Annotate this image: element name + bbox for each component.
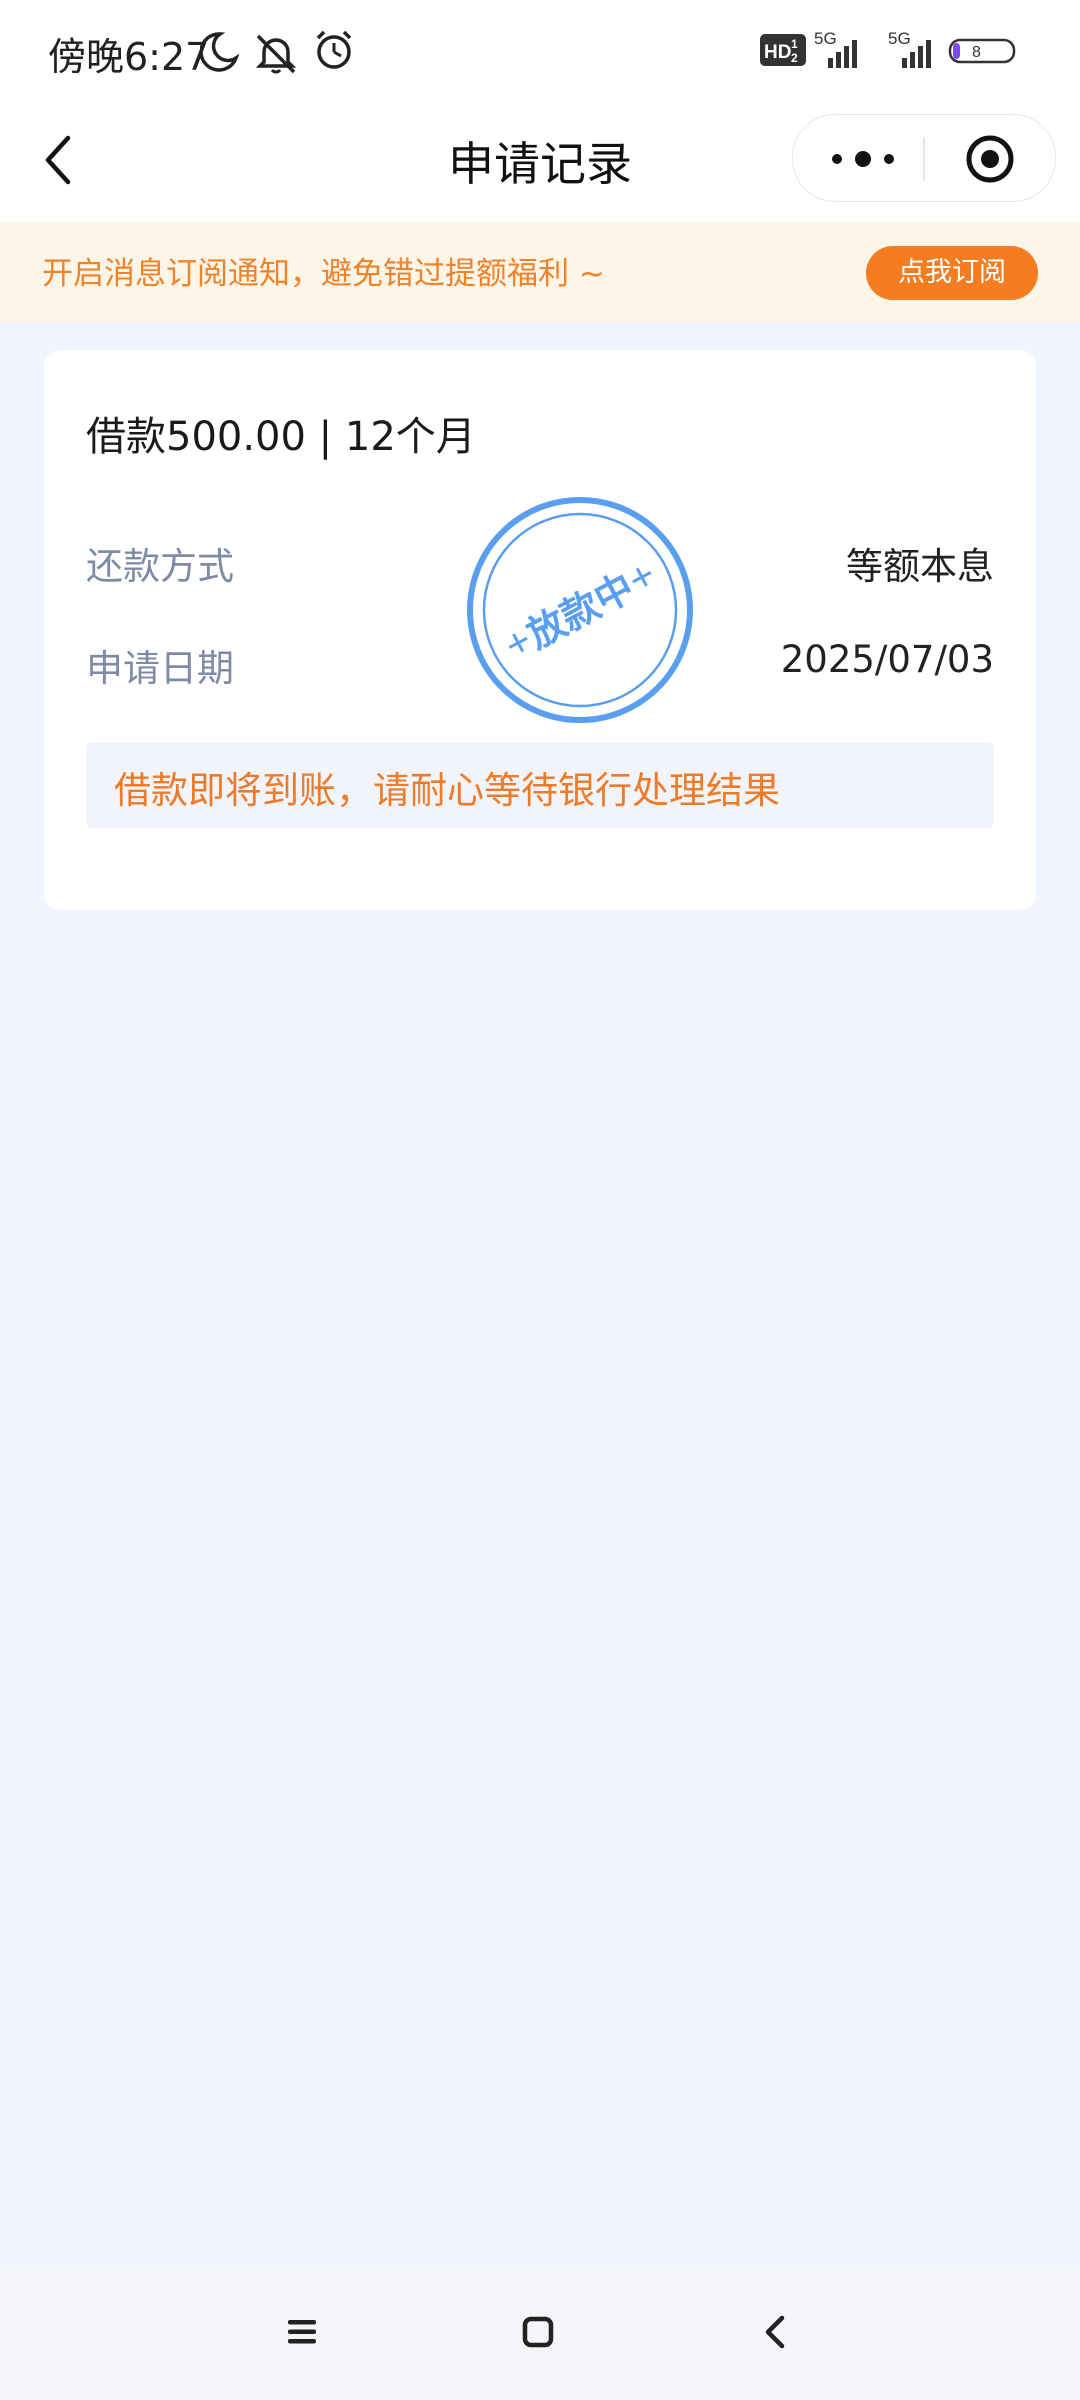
capsule-divider bbox=[923, 137, 925, 181]
apply-date-label: 申请日期 bbox=[86, 647, 234, 690]
apply-date-value: 2025/07/03 bbox=[780, 638, 994, 681]
status-stamp: 放款中 bbox=[464, 494, 696, 726]
hd-icon: HD 1 2 bbox=[760, 34, 806, 66]
more-dots-icon bbox=[832, 151, 894, 167]
home-button[interactable] bbox=[518, 2312, 558, 2356]
svg-text:HD: HD bbox=[764, 42, 791, 63]
status-icons-left bbox=[199, 28, 352, 80]
loan-summary: 借款500.00 | 12个月 bbox=[86, 414, 476, 460]
subscribe-button[interactable]: 点我订阅 bbox=[866, 246, 1038, 300]
status-time: 傍晚6:27 bbox=[48, 35, 210, 79]
system-back-button[interactable] bbox=[756, 2312, 796, 2356]
svg-text:1: 1 bbox=[791, 37, 798, 51]
system-nav-bar bbox=[0, 2268, 1080, 2400]
repayment-method-value: 等额本息 bbox=[846, 545, 994, 588]
more-button[interactable] bbox=[823, 137, 903, 181]
mute-icon bbox=[255, 34, 297, 74]
status-bar: 傍晚6:27 HD 1 2 5G 5G 8 bbox=[0, 0, 1080, 100]
recent-apps-button[interactable] bbox=[282, 2312, 322, 2356]
status-notice: 借款即将到账，请耐心等待银行处理结果 bbox=[86, 742, 994, 828]
status-icons-right: HD 1 2 5G 5G 8 bbox=[760, 28, 1040, 72]
stamp-text: 放款中 bbox=[520, 565, 641, 657]
repayment-method-label: 还款方式 bbox=[86, 545, 234, 588]
home-icon bbox=[522, 2316, 554, 2348]
subscribe-banner: 开启消息订阅通知，避免错过提额福利 ~ 点我订阅 bbox=[0, 222, 1080, 322]
svg-text:8: 8 bbox=[972, 44, 981, 61]
application-record-card[interactable]: 借款500.00 | 12个月 还款方式 等额本息 申请日期 2025/07/0… bbox=[44, 350, 1036, 910]
status-notice-text: 借款即将到账，请耐心等待银行处理结果 bbox=[114, 769, 780, 812]
navigation-bar: 申请记录 bbox=[0, 100, 1080, 222]
svg-text:5G: 5G bbox=[888, 29, 911, 48]
target-icon bbox=[966, 135, 1014, 183]
miniapp-capsule bbox=[792, 114, 1056, 202]
menu-icon bbox=[288, 2320, 316, 2344]
svg-text:2: 2 bbox=[791, 51, 798, 65]
close-miniapp-button[interactable] bbox=[965, 134, 1015, 184]
svg-text:5G: 5G bbox=[814, 29, 837, 48]
battery-icon: 8 bbox=[948, 38, 1016, 64]
signal-5g-icon: 5G bbox=[814, 29, 857, 68]
alarm-icon bbox=[316, 30, 352, 69]
signal-5g-icon: 5G bbox=[888, 29, 931, 68]
moon-icon bbox=[199, 32, 240, 72]
back-icon bbox=[765, 2315, 785, 2349]
banner-text: 开启消息订阅通知，避免错过提额福利 ~ bbox=[42, 256, 605, 292]
